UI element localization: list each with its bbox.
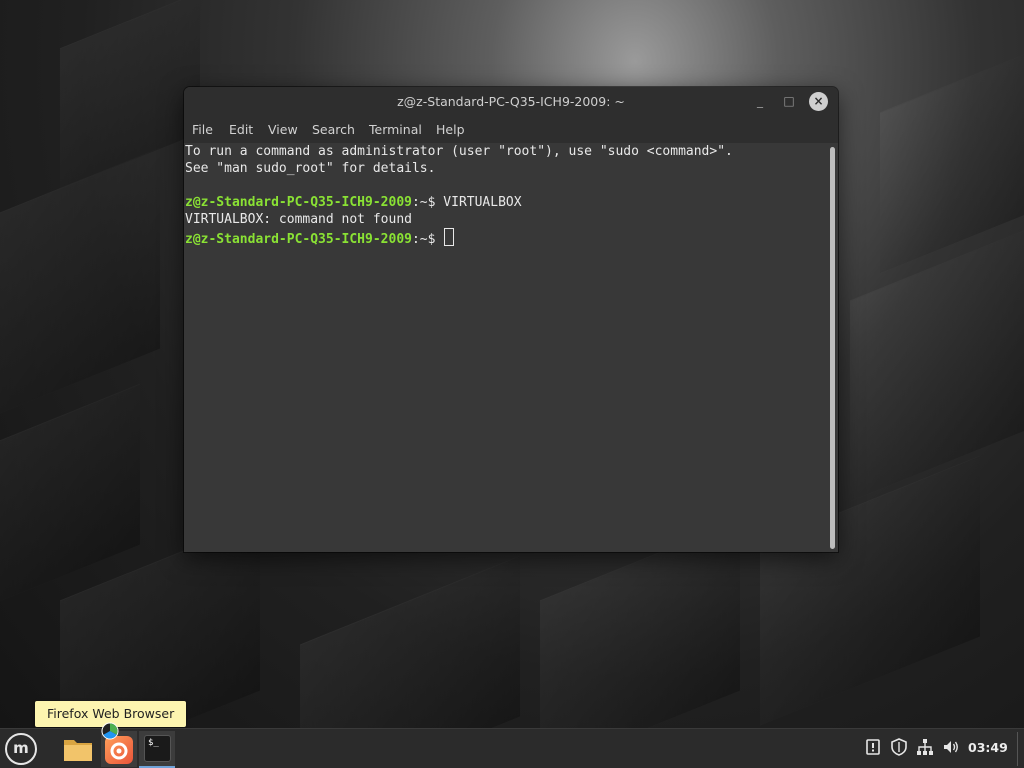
menu-file[interactable]: File bbox=[192, 122, 213, 137]
prompt-user-host: z@z-Standard-PC-Q35-ICH9-2009 bbox=[185, 232, 412, 247]
shield-icon[interactable] bbox=[888, 738, 910, 760]
close-button[interactable]: × bbox=[809, 92, 828, 111]
update-manager-icon[interactable] bbox=[862, 738, 884, 760]
terminal-line-man-hint: See "man sudo_root" for details. bbox=[185, 161, 436, 176]
clock[interactable]: 03:49 bbox=[968, 740, 1008, 755]
menu-view[interactable]: View bbox=[268, 122, 298, 137]
taskbar: m $_ 03:49 bbox=[0, 728, 1024, 768]
terminal-window[interactable]: z@z-Standard-PC-Q35-ICH9-2009: ~ _ □ × F… bbox=[184, 87, 838, 552]
menubar: File Edit View Search Terminal Help bbox=[184, 116, 838, 143]
terminal-line-sudo-hint: To run a command as administrator (user … bbox=[185, 144, 733, 159]
network-icon[interactable] bbox=[914, 738, 936, 760]
mint-menu-icon[interactable]: m bbox=[5, 733, 37, 765]
window-title: z@z-Standard-PC-Q35-ICH9-2009: ~ bbox=[397, 94, 625, 109]
menu-help[interactable]: Help bbox=[436, 122, 465, 137]
prompt-user-host: z@z-Standard-PC-Q35-ICH9-2009 bbox=[185, 195, 412, 210]
entered-command: VIRTUALBOX bbox=[443, 195, 522, 210]
minimize-button[interactable]: _ bbox=[751, 92, 769, 110]
show-desktop-button[interactable] bbox=[1017, 732, 1023, 766]
prompt-path: :~$ bbox=[411, 195, 444, 210]
menu-edit[interactable]: Edit bbox=[229, 122, 253, 137]
terminal-icon: $_ bbox=[144, 735, 171, 762]
folder-icon[interactable] bbox=[63, 736, 93, 762]
terminal-current-prompt[interactable]: z@z-Standard-PC-Q35-ICH9-2009:~$ bbox=[185, 228, 455, 248]
scrollbar[interactable] bbox=[827, 143, 838, 552]
terminal-launcher[interactable]: $_ bbox=[139, 731, 175, 767]
menu-terminal[interactable]: Terminal bbox=[369, 122, 422, 137]
terminal-error-line: VIRTUALBOX: command not found bbox=[185, 212, 412, 227]
scrollbar-thumb[interactable] bbox=[830, 147, 835, 549]
text-cursor bbox=[444, 228, 455, 246]
firefox-icon bbox=[105, 736, 133, 764]
terminal-command-line: z@z-Standard-PC-Q35-ICH9-2009:~$ VIRTUAL… bbox=[185, 194, 522, 211]
maximize-button[interactable]: □ bbox=[780, 92, 798, 110]
prompt-path: :~$ bbox=[411, 232, 444, 247]
busy-cursor-icon bbox=[101, 722, 119, 740]
window-titlebar[interactable]: z@z-Standard-PC-Q35-ICH9-2009: ~ _ □ × bbox=[184, 87, 838, 116]
menu-search[interactable]: Search bbox=[312, 122, 355, 137]
volume-icon[interactable] bbox=[940, 738, 962, 760]
terminal-output[interactable]: To run a command as administrator (user … bbox=[184, 143, 827, 552]
